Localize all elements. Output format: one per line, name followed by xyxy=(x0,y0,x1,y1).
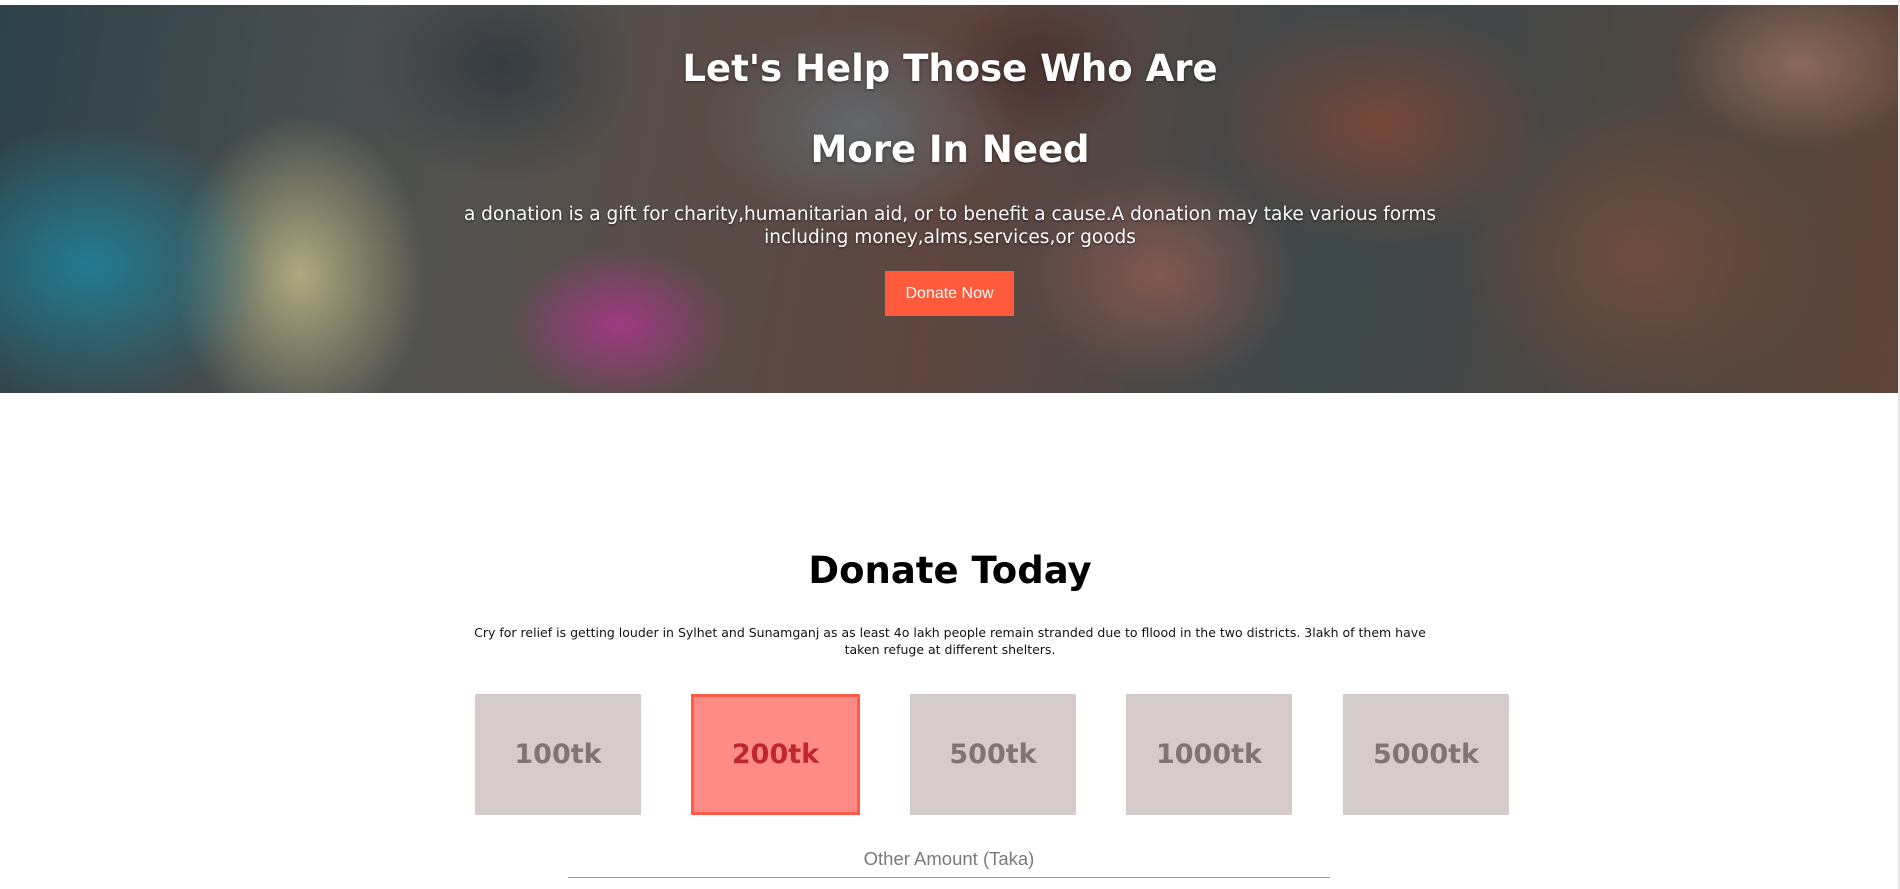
amount-option-200[interactable]: 200tk xyxy=(691,694,860,815)
donate-now-button[interactable]: Donate Now xyxy=(885,271,1014,316)
hero-banner: Let's Help Those Who Are More In Need a … xyxy=(0,5,1900,393)
amount-option-1000[interactable]: 1000tk xyxy=(1126,694,1292,815)
other-amount-input[interactable] xyxy=(568,840,1330,878)
donate-section-title: Donate Today xyxy=(808,549,1092,592)
hero-title-line2: More In Need xyxy=(810,128,1090,171)
amount-option-100[interactable]: 100tk xyxy=(475,694,641,815)
amount-option-5000[interactable]: 5000tk xyxy=(1343,694,1509,815)
hero-title-line1: Let's Help Those Who Are xyxy=(682,47,1218,90)
hero-subtitle: a donation is a gift for charity,humanit… xyxy=(463,204,1437,248)
donate-section-description: Cry for relief is getting louder in Sylh… xyxy=(474,625,1426,657)
page: Let's Help Those Who Are More In Need a … xyxy=(0,0,1900,889)
amount-option-500[interactable]: 500tk xyxy=(910,694,1076,815)
